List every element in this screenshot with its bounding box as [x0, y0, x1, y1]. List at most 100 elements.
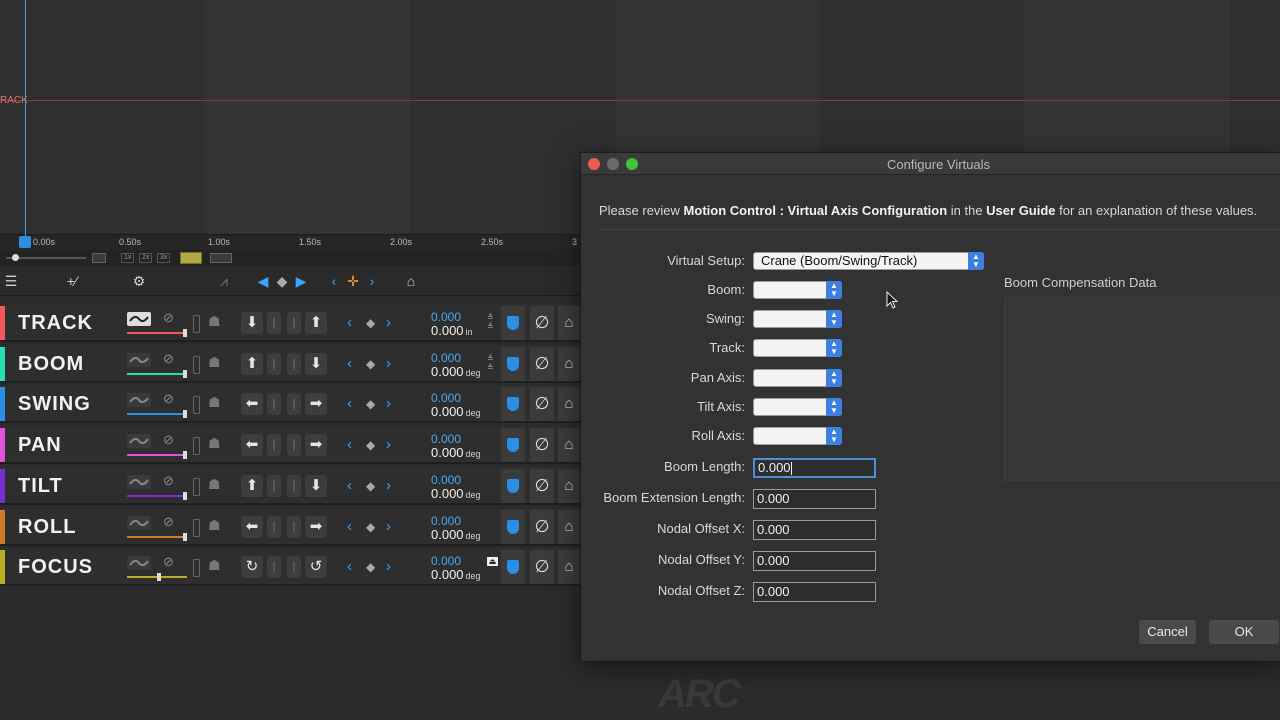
step-back-icon[interactable]: ❘ [267, 434, 281, 457]
ghost-icon[interactable]: ☗ [208, 313, 221, 330]
menu-icon[interactable]: ☰ [0, 272, 22, 290]
step-forward-icon[interactable]: ❘ [287, 434, 301, 457]
channel-row[interactable]: TILT ⊘ ☗ ⬆ ❘ ❘ ⬇ ‹ ◆ › 0.000 0.000 deg ∅ … [0, 466, 580, 505]
solo-toggle[interactable] [193, 477, 200, 496]
channel-row[interactable]: TRACK ⊘ ☗ ⬇ ❘ ❘ ⬆ ‹ ◆ › 0.000 0.000 in ≚ ≚… [0, 304, 580, 342]
target-value[interactable]: 0.000 [431, 514, 461, 528]
axis-select[interactable]: ▲ ▼ [753, 310, 842, 329]
null-button[interactable]: ∅ [530, 428, 554, 463]
key-prev-icon[interactable]: ‹ [347, 312, 352, 334]
slider-knob[interactable] [183, 410, 187, 419]
jog-back-button[interactable]: ⬅ [241, 434, 263, 457]
axis-select[interactable]: ▲ ▼ [753, 397, 842, 416]
key-prev-icon[interactable]: ‹ [347, 516, 352, 538]
step-back-icon[interactable]: ❘ [267, 312, 281, 334]
keyframe-icon[interactable]: ◆ [366, 353, 375, 375]
channel-row[interactable]: ROLL ⊘ ☗ ⬅ ❘ ❘ ➡ ‹ ◆ › 0.000 0.000 deg ∅ … [0, 507, 580, 546]
home-all-icon[interactable]: ⌂ [402, 272, 420, 290]
jog-forward-button[interactable]: ➡ [305, 393, 327, 416]
channel-speed-slider[interactable] [127, 332, 187, 334]
camera-rig-button[interactable]: ⚙ [120, 272, 158, 290]
enable-shield-icon[interactable] [501, 509, 525, 544]
curve-toggle-icon[interactable] [127, 434, 151, 449]
zoom-1x-button[interactable]: 1x [121, 253, 135, 263]
home-button[interactable]: ⌂ [558, 428, 580, 463]
curve-toggle-icon[interactable] [127, 515, 151, 530]
enable-shield-icon[interactable] [501, 306, 525, 340]
channel-row[interactable]: PAN ⊘ ☗ ⬅ ❘ ❘ ➡ ‹ ◆ › 0.000 0.000 deg ∅ ⌂ [0, 426, 580, 465]
slider-knob[interactable] [183, 451, 187, 460]
ok-button[interactable]: OK [1209, 620, 1279, 644]
step-forward-icon[interactable]: ❘ [287, 515, 301, 538]
all-prev-icon[interactable]: ‹ [327, 272, 341, 290]
key-next-icon[interactable]: › [386, 475, 391, 497]
solo-toggle[interactable] [193, 559, 200, 578]
cancel-button[interactable]: Cancel [1139, 620, 1196, 644]
jog-forward-button[interactable]: ➡ [305, 515, 327, 538]
axis-select[interactable]: ▲ ▼ [753, 281, 842, 299]
keyframe-icon[interactable]: ◆ [366, 556, 375, 578]
range-toggle[interactable] [210, 253, 232, 263]
limit-toggle-icon[interactable]: ≚ ≚ [487, 354, 494, 372]
keyframe-icon[interactable]: ◆ [366, 393, 375, 415]
add-curve-button[interactable]: +⁄ [54, 272, 90, 290]
target-value[interactable]: 0.000 [431, 432, 461, 446]
loop-toggle[interactable] [92, 253, 106, 263]
numeric-field[interactable]: 0.000 [753, 551, 876, 571]
solo-toggle[interactable] [193, 518, 200, 537]
visibility-icon[interactable]: ⊘ [163, 554, 174, 570]
step-forward-icon[interactable]: ❘ [287, 352, 301, 375]
numeric-field[interactable]: 0.000 [753, 520, 876, 540]
jog-forward-button[interactable]: ↺ [305, 556, 327, 579]
slider-knob[interactable] [183, 329, 187, 337]
home-button[interactable]: ⌂ [558, 509, 580, 544]
target-value[interactable]: 0.000 [431, 473, 461, 487]
ghost-icon[interactable]: ☗ [208, 354, 221, 371]
time-ruler[interactable]: 0.00s 0.50s 1.00s 1.50s 2.00s 2.50s 3 [0, 234, 580, 250]
keyframe-icon[interactable]: ◆ [366, 434, 375, 456]
enable-shield-icon[interactable] [501, 346, 525, 381]
target-value[interactable]: 0.000 [431, 391, 461, 405]
channel-speed-slider[interactable] [127, 413, 187, 416]
limit-toggle-icon[interactable]: ≚ ≚ [487, 313, 494, 331]
null-button[interactable]: ∅ [530, 468, 554, 503]
jog-back-button[interactable]: ⬆ [241, 352, 263, 375]
curve-toggle-icon[interactable] [127, 352, 151, 367]
zoom-3x-button[interactable]: 3x [157, 253, 171, 263]
jog-forward-button[interactable]: ⬇ [305, 474, 327, 497]
jog-back-button[interactable]: ⬅ [241, 515, 263, 538]
numeric-field[interactable]: 0.000 [753, 489, 876, 509]
channel-speed-slider[interactable] [127, 454, 187, 457]
jog-back-button[interactable]: ⬇ [241, 312, 263, 334]
ease-curve-button[interactable]: ⩘ [205, 272, 243, 290]
step-back-icon[interactable]: ❘ [267, 515, 281, 538]
jog-forward-button[interactable]: ⬇ [305, 352, 327, 375]
visibility-icon[interactable]: ⊘ [163, 514, 174, 530]
key-prev-icon[interactable]: ‹ [347, 475, 352, 497]
enable-shield-icon[interactable] [501, 550, 525, 585]
lock-icon[interactable]: ⏏ [487, 557, 498, 567]
target-value[interactable]: 0.000 [431, 554, 461, 568]
ghost-icon[interactable]: ☗ [208, 557, 221, 574]
jog-back-button[interactable]: ⬅ [241, 393, 263, 416]
channel-speed-slider[interactable] [127, 372, 187, 375]
jog-back-button[interactable]: ↻ [241, 556, 263, 579]
nav-prev-icon[interactable]: ◀ [256, 272, 270, 290]
solo-toggle[interactable] [193, 437, 200, 456]
step-back-icon[interactable]: ❘ [267, 393, 281, 416]
playhead-handle[interactable] [19, 236, 31, 248]
key-next-icon[interactable]: › [386, 353, 391, 375]
null-button[interactable]: ∅ [530, 387, 554, 422]
channel-row[interactable]: FOCUS ⊘ ☗ ↻ ❘ ❘ ↺ ‹ ◆ › 0.000 0.000 deg ⏏… [0, 548, 580, 587]
solo-toggle[interactable] [193, 396, 200, 415]
scrub-bar[interactable]: 1x 2x 3x [0, 250, 580, 266]
curve-toggle-icon[interactable] [127, 393, 151, 408]
ghost-icon[interactable]: ☗ [208, 517, 221, 534]
step-forward-icon[interactable]: ❘ [287, 474, 301, 497]
nav-next-icon[interactable]: ▶ [294, 272, 308, 290]
crosshair-icon[interactable]: ✛ [343, 272, 363, 290]
ghost-icon[interactable]: ☗ [208, 394, 221, 411]
key-prev-icon[interactable]: ‹ [347, 353, 352, 375]
keyframe-icon[interactable]: ◆ [366, 516, 375, 538]
null-button[interactable]: ∅ [530, 306, 554, 340]
